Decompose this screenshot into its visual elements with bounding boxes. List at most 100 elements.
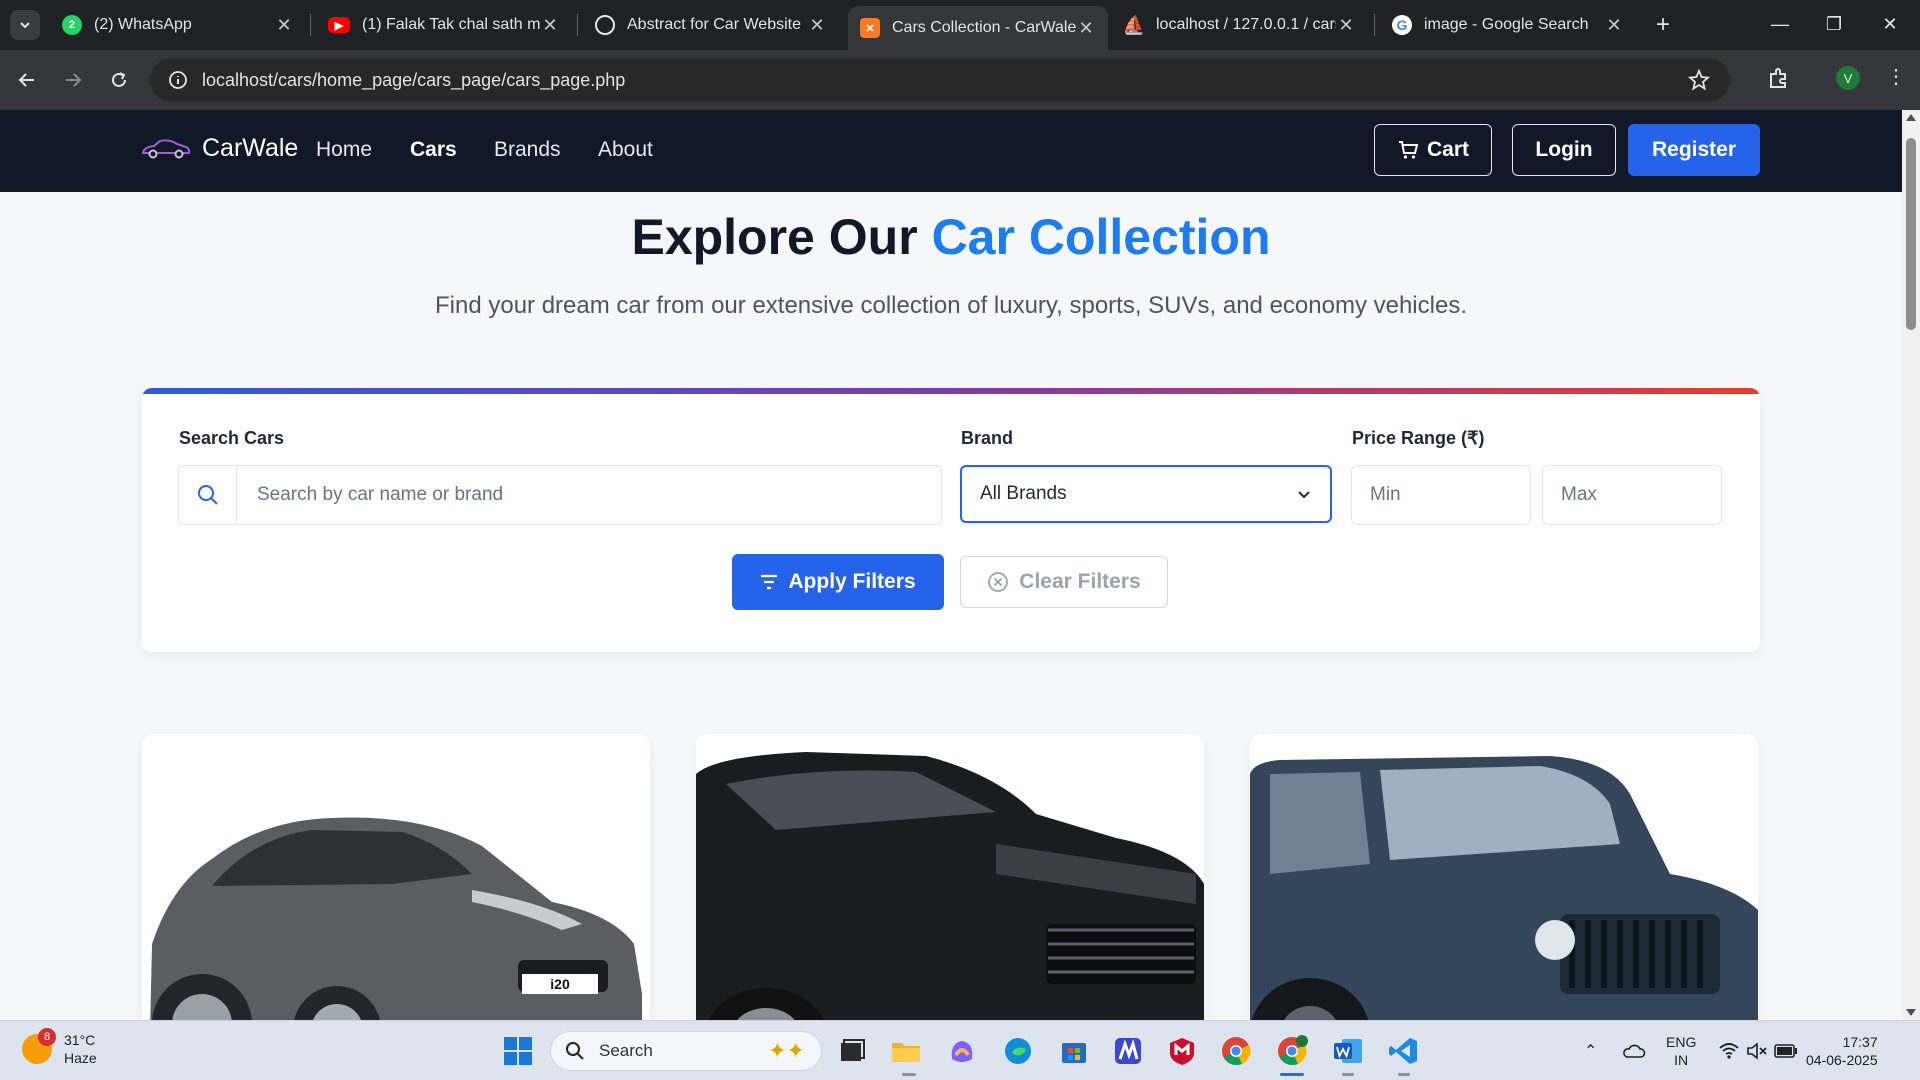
nav-home[interactable]: Home [316, 138, 372, 162]
phpmyadmin-icon: ⛵ [1122, 14, 1146, 35]
wifi-icon[interactable] [1718, 1021, 1740, 1080]
page-scrollbar[interactable] [1902, 110, 1920, 1020]
clock-date: 04-06-2025 [1806, 1052, 1878, 1068]
apply-filters-label: Apply Filters [788, 570, 916, 593]
car-image-suv [696, 752, 1204, 1020]
car-image-hatchback: i20 [150, 817, 642, 1020]
nav-brands[interactable]: Brands [494, 138, 561, 162]
close-icon[interactable]: ✕ [1076, 18, 1096, 39]
close-icon[interactable]: ✕ [274, 15, 294, 36]
car-card[interactable] [696, 734, 1204, 1020]
taskbar-clock[interactable]: 17:37 04-06-2025 [1806, 1033, 1878, 1069]
nav-cars[interactable]: Cars [410, 138, 457, 162]
battery-icon[interactable] [1774, 1021, 1798, 1080]
brand-label: Brand [961, 428, 1014, 448]
browser-tab[interactable]: ▶ (1) Falak Tak chal sath mere ✕ [316, 6, 572, 44]
browser-tab[interactable]: Abstract for Car Website ✕ [583, 6, 839, 44]
browser-tab-active[interactable]: ✕ Cars Collection - CarWale ✕ [848, 6, 1108, 50]
restore-button[interactable]: ❐ [1806, 0, 1862, 48]
browser-menu-icon[interactable]: ⋮ [1886, 64, 1906, 89]
close-icon[interactable]: ✕ [1604, 15, 1624, 36]
copilot-sparkle-icon: ✦✦ [768, 1038, 805, 1063]
browser-toolbar: localhost/cars/home_page/cars_page/cars_… [0, 50, 1920, 110]
app-m-icon[interactable] [1112, 1035, 1144, 1067]
login-button[interactable]: Login [1512, 124, 1616, 176]
title-prefix: Explore Our [631, 209, 918, 265]
window-close-button[interactable]: ✕ [1862, 0, 1918, 48]
search-input[interactable] [257, 484, 857, 506]
filter-panel: Search Cars Brand All Brands Price Range… [142, 388, 1760, 652]
chrome-profile-icon[interactable] [1276, 1035, 1308, 1067]
url-text: localhost/cars/home_page/cars_page/cars_… [202, 69, 626, 90]
task-view-icon[interactable] [836, 1035, 868, 1067]
file-explorer-icon[interactable] [890, 1035, 922, 1067]
close-icon[interactable]: ✕ [807, 15, 827, 36]
address-bar[interactable]: localhost/cars/home_page/cars_page/cars_… [150, 58, 1730, 102]
scroll-down-arrow-icon[interactable] [1906, 1009, 1916, 1016]
speaker-muted-icon[interactable] [1746, 1021, 1768, 1080]
new-tab-button[interactable]: + [1648, 10, 1678, 40]
extensions-icon[interactable] [1766, 65, 1792, 96]
login-label: Login [1535, 138, 1593, 161]
chevron-up-icon[interactable]: ⌃ [1584, 1041, 1597, 1061]
tab-title: localhost / 127.0.0.1 / cars_ [1156, 16, 1336, 33]
reload-button[interactable] [104, 65, 134, 95]
search-field [178, 465, 942, 525]
price-max-input[interactable] [1561, 484, 1701, 506]
site-info-icon[interactable] [156, 58, 200, 102]
gradient-accent-bar [142, 388, 1760, 394]
car-card[interactable]: i20 [142, 734, 650, 1020]
register-button[interactable]: Register [1628, 124, 1760, 176]
google-icon: G [1392, 15, 1412, 35]
arrow-left-icon [18, 73, 34, 87]
mcafee-icon[interactable] [1166, 1035, 1198, 1067]
browser-tab[interactable]: 2 (2) WhatsApp ✕ [50, 6, 306, 44]
tab-search-button[interactable] [10, 10, 40, 40]
taskbar-search-label: Search [599, 1041, 653, 1060]
car-card[interactable] [1250, 734, 1758, 1020]
forward-button[interactable] [58, 65, 88, 95]
weather-widget[interactable]: 8 31°C Haze [22, 1028, 97, 1067]
browser-tab[interactable]: ⛵ localhost / 127.0.0.1 / cars_ ✕ [1112, 6, 1368, 44]
word-icon[interactable] [1332, 1035, 1364, 1067]
close-icon[interactable]: ✕ [540, 15, 560, 36]
page-title: Explore Our Car Collection [0, 208, 1902, 266]
apply-filters-button[interactable]: Apply Filters [732, 554, 944, 610]
cart-button[interactable]: Cart [1374, 124, 1492, 176]
windows-start-icon[interactable] [502, 1035, 534, 1067]
clear-filters-button[interactable]: Clear Filters [960, 556, 1168, 608]
language-indicator[interactable]: ENG IN [1666, 1033, 1696, 1069]
close-icon[interactable]: ✕ [1336, 15, 1356, 36]
scrollbar-thumb[interactable] [1906, 138, 1916, 330]
scroll-up-arrow-icon[interactable] [1906, 114, 1916, 121]
browser-tab-strip: 2 (2) WhatsApp ✕ ▶ (1) Falak Tak chal sa… [0, 0, 1920, 50]
cart-icon [1398, 141, 1419, 159]
tab-title: Cars Collection - CarWale [892, 19, 1076, 36]
weather-badge: 8 [38, 1028, 56, 1046]
weather-temperature: 31°C [64, 1032, 96, 1048]
tab-title: (2) WhatsApp [94, 16, 192, 33]
nav-about[interactable]: About [598, 138, 653, 162]
browser-tab[interactable]: G image - Google Search ✕ [1380, 6, 1636, 44]
chrome-icon[interactable] [1220, 1035, 1252, 1067]
site-brand[interactable]: CarWale [140, 134, 298, 163]
minimize-button[interactable]: — [1752, 0, 1808, 48]
back-button[interactable] [12, 65, 42, 95]
onedrive-icon[interactable] [1622, 1021, 1646, 1080]
language-line2: IN [1674, 1052, 1689, 1068]
bookmark-star-icon[interactable] [1687, 68, 1711, 96]
page-viewport: CarWale Home Cars Brands About Cart Logi… [0, 110, 1902, 1020]
price-min-field [1351, 465, 1531, 525]
price-range-label: Price Range (₹) [1352, 428, 1485, 448]
title-accent: Car Collection [931, 209, 1271, 265]
microsoft-store-icon[interactable] [1058, 1035, 1090, 1067]
cart-label: Cart [1426, 138, 1469, 161]
price-min-input[interactable] [1370, 484, 1510, 506]
taskbar-search-box[interactable]: Search ✦✦ [550, 1031, 822, 1071]
copilot-icon[interactable] [946, 1035, 978, 1067]
brand-select[interactable]: All Brands [960, 465, 1332, 523]
edge-browser-icon[interactable] [1002, 1035, 1034, 1067]
profile-avatar[interactable]: V [1836, 66, 1860, 90]
vscode-icon[interactable] [1388, 1035, 1420, 1067]
search-label: Search Cars [179, 428, 285, 448]
